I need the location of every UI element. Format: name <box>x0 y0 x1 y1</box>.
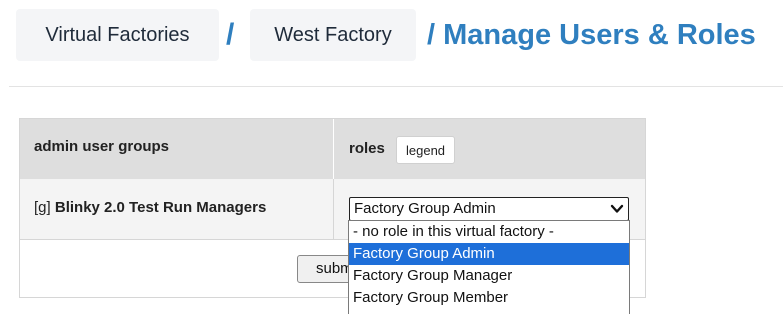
role-select[interactable]: Factory Group Admin <box>349 197 629 221</box>
page-title: / Manage Users & Roles <box>427 19 756 51</box>
group-name: Blinky 2.0 Test Run Managers <box>54 199 267 216</box>
legend-button[interactable]: legend <box>396 136 456 164</box>
chevron-down-icon <box>610 204 624 213</box>
divider <box>9 86 783 87</box>
group-type-prefix: [g] <box>34 199 51 216</box>
role-option-factory-group-admin[interactable]: Factory Group Admin <box>349 243 629 265</box>
header-admin-user-groups: admin user groups <box>34 138 170 155</box>
breadcrumb-separator: / <box>226 18 235 51</box>
breadcrumb-virtual-factories[interactable]: Virtual Factories <box>16 9 219 61</box>
role-dropdown-list: - no role in this virtual factory - Fact… <box>348 220 630 314</box>
column-divider <box>333 179 334 239</box>
role-select-value: Factory Group Admin <box>354 200 496 217</box>
role-option-factory-group-manager[interactable]: Factory Group Manager <box>349 265 629 287</box>
breadcrumb-west-factory[interactable]: West Factory <box>250 9 416 61</box>
role-option-none[interactable]: - no role in this virtual factory - <box>349 221 629 243</box>
role-option-factory-group-member[interactable]: Factory Group Member <box>349 287 629 309</box>
manage-users-page: Virtual Factories / West Factory / Manag… <box>0 0 783 314</box>
group-name-cell: [g] Blinky 2.0 Test Run Managers <box>34 179 266 237</box>
header-roles: roles <box>349 140 385 157</box>
